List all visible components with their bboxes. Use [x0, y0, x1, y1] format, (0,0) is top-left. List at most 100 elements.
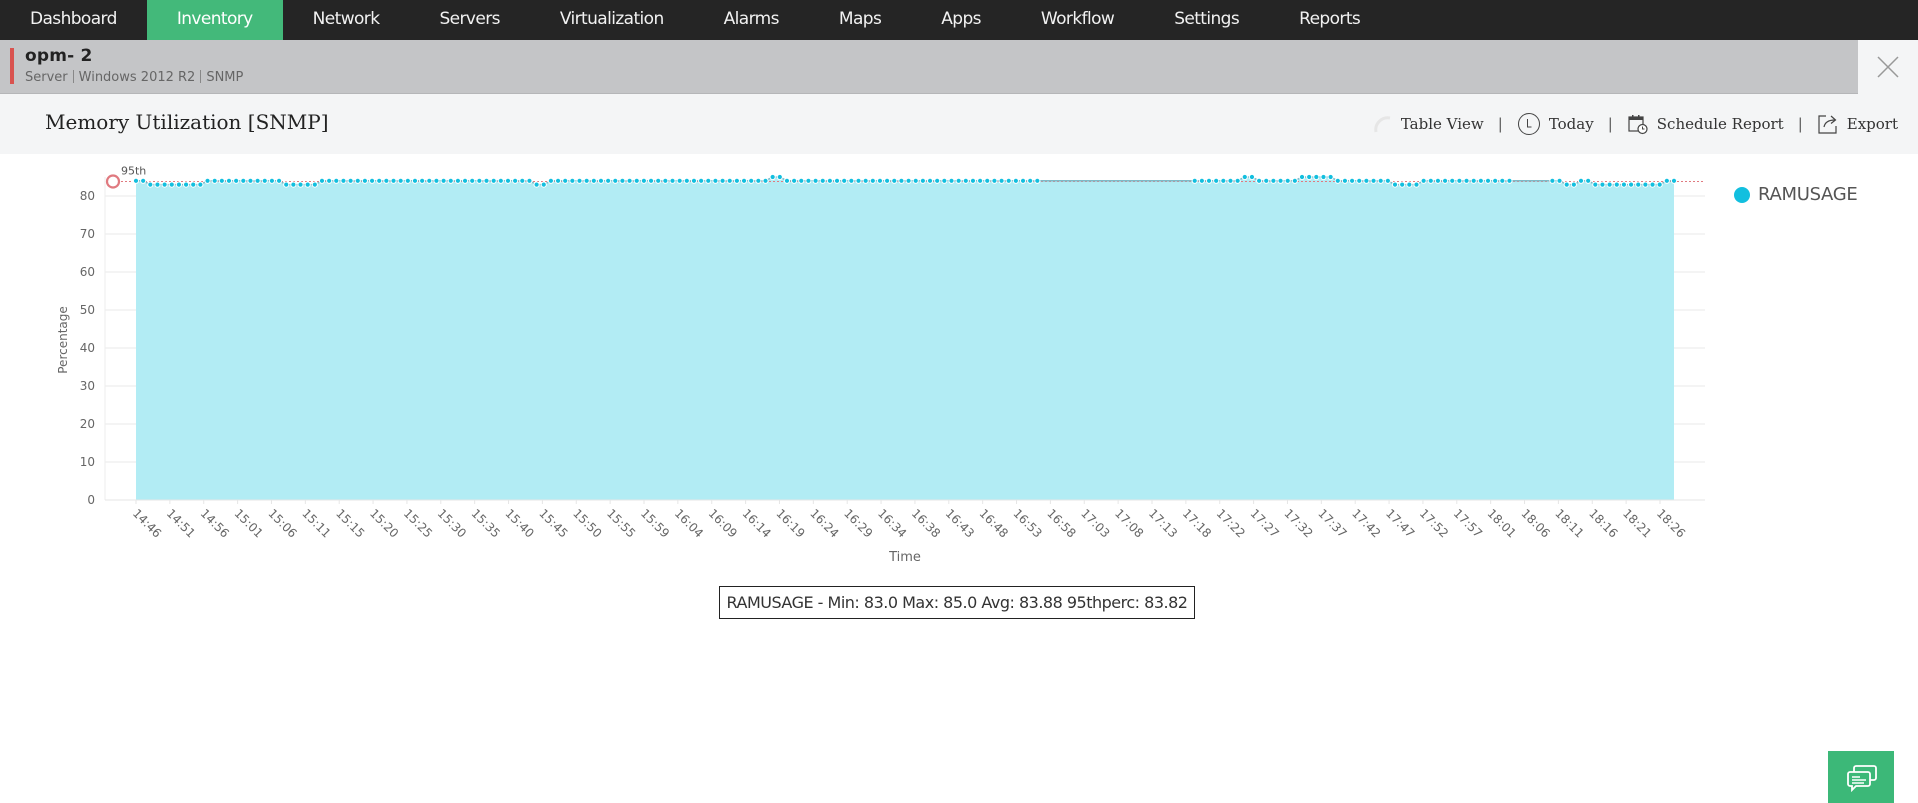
- data-point: [161, 181, 168, 188]
- data-point: [855, 177, 862, 184]
- export-button[interactable]: Export: [1817, 113, 1898, 135]
- data-point: [283, 181, 290, 188]
- data-point: [311, 181, 318, 188]
- data-point: [404, 177, 411, 184]
- x-tick-label: 15:06: [265, 506, 299, 540]
- x-tick-label: 15:45: [536, 506, 570, 540]
- legend-label: RAMUSAGE: [1758, 184, 1858, 205]
- data-point: [519, 177, 526, 184]
- data-point: [376, 177, 383, 184]
- nav-item-reports[interactable]: Reports: [1269, 0, 1390, 40]
- data-point: [812, 177, 819, 184]
- data-point: [1434, 177, 1442, 184]
- close-button[interactable]: [1858, 40, 1918, 94]
- data-point: [1592, 181, 1599, 188]
- data-point: [1334, 177, 1341, 184]
- x-tick-label: 17:03: [1078, 506, 1112, 540]
- data-point: [397, 177, 404, 184]
- data-point: [204, 177, 211, 184]
- data-point: [1656, 181, 1663, 188]
- memory-utilization-chart: 95th 01020304050607080 14:46 14:51 14:56 15…: [56, 164, 1705, 565]
- nav-item-workflow[interactable]: Workflow: [1011, 0, 1144, 40]
- data-point: [1499, 177, 1506, 184]
- y-tick-label: 30: [80, 379, 95, 393]
- data-point: [132, 177, 140, 184]
- data-point: [948, 177, 955, 184]
- x-tick-label: 17:52: [1417, 506, 1451, 540]
- x-tick-label: 16:43: [943, 506, 977, 540]
- legend-item-ramusage[interactable]: RAMUSAGE: [1734, 184, 1858, 205]
- nav-item-maps[interactable]: Maps: [809, 0, 911, 40]
- data-point: [540, 181, 547, 188]
- report-header: Memory Utilization [SNMP] Table View | T…: [0, 94, 1918, 154]
- data-point: [633, 177, 640, 184]
- nav-item-virtualization[interactable]: Virtualization: [530, 0, 694, 40]
- data-point: [426, 177, 433, 184]
- chat-button[interactable]: [1828, 751, 1894, 803]
- x-tick-label: 17:47: [1383, 506, 1417, 540]
- table-view-icon: [1374, 116, 1391, 133]
- data-point: [1227, 177, 1234, 184]
- nav-item-inventory[interactable]: Inventory: [146, 0, 283, 40]
- data-point: [783, 177, 791, 184]
- data-point: [461, 177, 469, 184]
- data-point: [1348, 177, 1356, 184]
- data-point: [233, 177, 240, 184]
- data-point: [1306, 173, 1313, 181]
- period-selector[interactable]: Today: [1517, 112, 1594, 136]
- nav-item-network[interactable]: Network: [283, 0, 410, 40]
- divider: [200, 70, 202, 83]
- nav-item-servers[interactable]: Servers: [409, 0, 529, 40]
- data-point: [848, 177, 855, 184]
- data-point: [1298, 173, 1306, 181]
- data-point: [726, 177, 733, 184]
- data-point: [218, 177, 225, 184]
- data-point: [590, 177, 597, 184]
- x-tick-label: 16:19: [773, 506, 807, 540]
- data-point: [275, 177, 283, 184]
- data-point: [619, 177, 626, 184]
- data-point: [197, 181, 204, 188]
- data-point: [1277, 177, 1284, 184]
- data-point: [182, 181, 190, 188]
- data-point: [733, 177, 740, 184]
- x-tick-label: 16:48: [977, 506, 1011, 540]
- nav-item-alarms[interactable]: Alarms: [694, 0, 809, 40]
- data-point: [1627, 181, 1635, 188]
- data-point: [190, 181, 197, 188]
- schedule-report-button[interactable]: Schedule Report: [1627, 113, 1784, 135]
- data-point: [1320, 173, 1327, 181]
- legend-color-swatch: [1734, 186, 1750, 203]
- data-point: [411, 177, 419, 184]
- data-point: [326, 177, 333, 184]
- nav-item-apps[interactable]: Apps: [911, 0, 1011, 40]
- nav-item-settings[interactable]: Settings: [1144, 0, 1269, 40]
- data-point: [640, 177, 647, 184]
- divider: |: [1797, 115, 1803, 133]
- data-point: [833, 177, 841, 184]
- x-tick-label: 17:08: [1112, 506, 1146, 540]
- data-point: [676, 177, 683, 184]
- data-point: [490, 177, 497, 184]
- data-point: [891, 177, 898, 184]
- table-view-button[interactable]: Table View: [1373, 114, 1484, 134]
- nav-item-dashboard[interactable]: Dashboard: [0, 0, 147, 40]
- data-point: [383, 177, 390, 184]
- data-point: [740, 177, 748, 184]
- data-point: [655, 177, 662, 184]
- device-meta: Server Windows 2012 R2 SNMP: [25, 70, 243, 85]
- data-point: [512, 177, 519, 184]
- x-tick-label: 14:51: [164, 506, 198, 540]
- device-name[interactable]: opm- 2: [25, 46, 93, 66]
- data-point: [1005, 177, 1012, 184]
- data-point: [1255, 177, 1263, 184]
- data-point: [926, 177, 934, 184]
- x-tick-label: 17:22: [1214, 506, 1248, 540]
- data-point: [941, 177, 948, 184]
- x-tick-label: 18:06: [1518, 506, 1552, 540]
- data-point: [862, 177, 869, 184]
- data-point: [1248, 173, 1256, 181]
- data-point: [776, 173, 783, 181]
- page-title: Memory Utilization [SNMP]: [45, 110, 329, 134]
- data-point: [1370, 177, 1377, 184]
